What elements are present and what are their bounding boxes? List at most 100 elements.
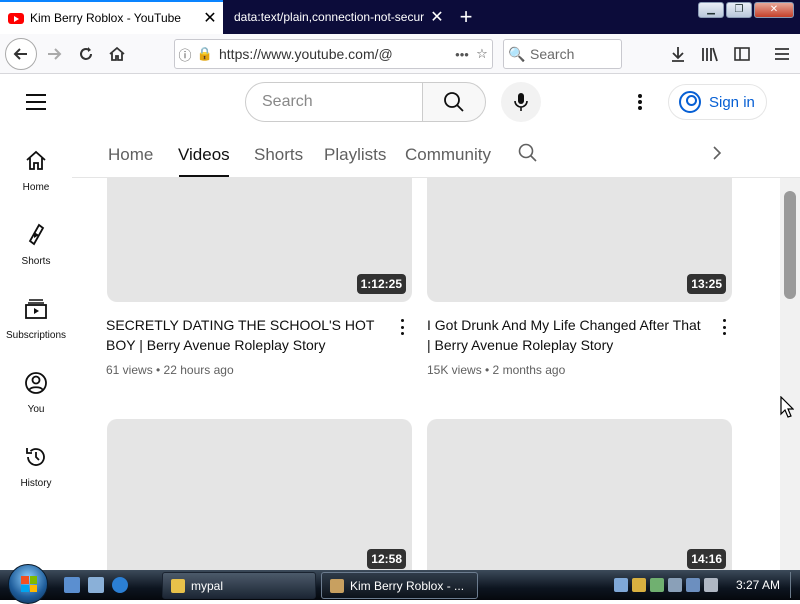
switch-windows-icon[interactable] (88, 577, 104, 593)
tab-shorts[interactable]: Shorts (254, 145, 303, 165)
search-engine-icon[interactable]: 🔍 (504, 46, 530, 63)
sidebar-item-you[interactable]: You (0, 363, 72, 423)
taskbar-item-label: Kim Berry Roblox - ... (350, 578, 465, 593)
minimize-button[interactable]: ▁ (698, 2, 724, 18)
sidebar-item-home[interactable]: Home (0, 141, 72, 201)
start-button[interactable] (8, 564, 48, 604)
window-controls: ▁ ❐ ✕ (698, 2, 794, 18)
show-desktop-icon[interactable] (64, 577, 80, 593)
shorts-icon (28, 223, 45, 246)
url-bar[interactable]: ⓘ 🔒 https://www.youtube.com/@ ••• ☆ (174, 39, 493, 69)
close-tab-icon[interactable]: ✕ (197, 8, 223, 28)
volume-muted-icon[interactable] (704, 578, 718, 592)
page-scrollbar[interactable] (780, 178, 800, 570)
tab-data-url[interactable]: data:text/plain,connection-not-secure ✕ (224, 0, 450, 34)
video-thumbnail[interactable]: 13:25 (427, 178, 732, 302)
duration-badge: 13:25 (687, 274, 726, 294)
safely-remove-icon[interactable] (650, 578, 664, 592)
home-icon (109, 46, 125, 61)
close-window-button[interactable]: ✕ (754, 2, 794, 18)
duration-badge: 12:58 (367, 549, 406, 569)
video-title[interactable]: SECRETLY DATING THE SCHOOL'S HOT BOY | B… (106, 315, 386, 355)
video-title[interactable]: I Got Drunk And My Life Changed After Th… (427, 315, 707, 355)
sidebar-item-history[interactable]: History (0, 437, 72, 497)
browser-tab-bar: Kim Berry Roblox - YouTube ✕ data:text/p… (0, 0, 800, 34)
tab-playlists[interactable]: Playlists (324, 145, 386, 165)
taskbar: mypal Kim Berry Roblox - ... 3:27 AM (0, 564, 800, 604)
search-icon (518, 143, 537, 162)
video-thumbnail[interactable]: 14:16 (427, 419, 732, 570)
youtube-search-input[interactable]: Search (245, 82, 423, 122)
sidebar-item-subscriptions[interactable]: Subscriptions (0, 289, 72, 349)
info-icon[interactable]: ⓘ (175, 45, 195, 64)
sidebar-icon (734, 47, 750, 61)
video-menu-icon[interactable] (399, 319, 405, 335)
library-button[interactable] (696, 40, 724, 68)
close-tab-icon[interactable]: ✕ (424, 7, 450, 27)
display-tray-icon[interactable] (668, 578, 682, 592)
menu-button[interactable] (768, 40, 796, 68)
internet-explorer-icon[interactable] (112, 577, 128, 593)
maximize-button[interactable]: ❐ (726, 2, 752, 18)
download-icon (672, 47, 684, 62)
clock[interactable]: 3:27 AM (736, 578, 780, 592)
tab-community[interactable]: Community (405, 145, 491, 165)
voice-search-button[interactable] (501, 82, 541, 122)
sidebar-item-label: Subscriptions (5, 330, 67, 341)
you-icon (25, 372, 47, 394)
taskbar-item-browser[interactable]: Kim Berry Roblox - ... (321, 572, 478, 599)
taskbar-item-label: mypal (191, 578, 224, 593)
library-icon (702, 47, 718, 62)
network-tray-icon[interactable] (614, 578, 628, 592)
video-thumbnail[interactable]: 12:58 (107, 419, 412, 570)
history-icon (26, 448, 45, 466)
sidebar-item-label: You (27, 404, 45, 415)
tabs-next-button[interactable] (712, 145, 722, 166)
browser-search-placeholder: Search (530, 46, 575, 62)
tab-videos[interactable]: Videos (178, 145, 230, 165)
reload-icon (80, 47, 92, 60)
account-icon (679, 91, 701, 113)
channel-search-button[interactable] (518, 143, 538, 168)
subscriptions-icon (25, 299, 47, 319)
tab-youtube[interactable]: Kim Berry Roblox - YouTube ✕ (0, 0, 223, 34)
sidebar-item-shorts[interactable]: Shorts (0, 215, 72, 275)
new-tab-button[interactable]: + (454, 4, 478, 30)
youtube-sidebar: Home Shorts Subscriptions You History (0, 131, 72, 570)
scrollbar-thumb[interactable] (784, 191, 796, 299)
taskbar-item-mypal[interactable]: mypal (162, 572, 316, 599)
url-text[interactable]: https://www.youtube.com/@ (215, 46, 452, 62)
tab-title: Kim Berry Roblox - YouTube (30, 11, 181, 25)
browser-nav-bar: ⓘ 🔒 https://www.youtube.com/@ ••• ☆ 🔍 Se… (0, 34, 800, 74)
sidebar-item-label: Shorts (21, 256, 51, 267)
lock-warning-icon[interactable]: 🔒 (195, 46, 215, 62)
video-grid: 1:12:25 SECRETLY DATING THE SCHOOL'S HOT… (72, 178, 780, 570)
forward-arrow-icon (48, 48, 62, 60)
back-button[interactable] (5, 38, 37, 70)
downloads-button[interactable] (664, 40, 692, 68)
sign-in-button[interactable]: Sign in (668, 84, 767, 120)
browser-search-bar[interactable]: 🔍 Search (503, 39, 622, 69)
sign-in-label: Sign in (709, 93, 755, 111)
windows-logo-icon (21, 576, 37, 592)
settings-more-icon[interactable] (630, 92, 650, 112)
connection-tray-icon[interactable] (686, 578, 700, 592)
folder-icon (171, 578, 185, 593)
microphone-icon (514, 93, 528, 111)
youtube-header: Search Sign in (0, 75, 800, 131)
tab-home[interactable]: Home (108, 145, 153, 165)
sidebar-item-label: History (20, 478, 52, 489)
sidebar-toggle-button[interactable] (728, 40, 756, 68)
video-menu-icon[interactable] (721, 319, 727, 335)
forward-button[interactable] (40, 40, 68, 68)
page-actions-icon[interactable]: ••• (452, 47, 472, 62)
youtube-search-button[interactable] (422, 82, 486, 122)
show-desktop-button[interactable] (790, 572, 798, 598)
back-arrow-icon (13, 48, 27, 60)
bookmark-star-icon[interactable]: ☆ (472, 46, 492, 62)
reload-button[interactable] (72, 40, 100, 68)
home-button[interactable] (103, 40, 131, 68)
video-thumbnail[interactable]: 1:12:25 (107, 178, 412, 302)
guide-menu-icon[interactable] (26, 94, 46, 110)
security-shield-icon[interactable] (632, 578, 646, 592)
